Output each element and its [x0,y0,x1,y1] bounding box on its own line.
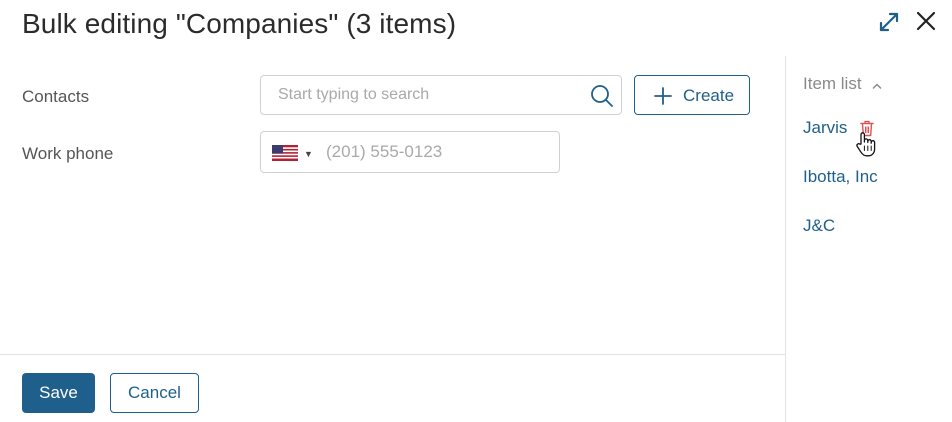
dialog-title: Bulk editing "Companies" (3 items) [22,8,457,39]
plus-icon [654,87,672,110]
create-button-label: Create [683,86,735,105]
sidebar-divider [785,56,786,422]
country-dropdown-caret-icon[interactable]: ▼ [304,149,313,159]
contacts-search-field[interactable] [260,75,622,115]
item-list-header: Item list [803,74,862,93]
hand-pointer-cursor-icon [855,131,877,163]
work-phone-input[interactable] [314,132,554,172]
save-button[interactable]: Save [22,373,95,413]
contacts-label: Contacts [22,87,90,106]
work-phone-label: Work phone [22,144,114,163]
chevron-up-icon [872,75,882,95]
contacts-search-input[interactable] [261,76,581,114]
work-phone-field[interactable]: ▼ [260,131,560,173]
close-icon[interactable] [915,10,937,37]
item-list-item-jc[interactable]: J&C [803,216,835,236]
item-list-item-jarvis[interactable]: Jarvis [803,118,847,138]
cancel-button[interactable]: Cancel [110,373,199,413]
item-list-toggle[interactable]: Item list [803,74,882,95]
footer-divider [0,354,786,355]
search-icon[interactable] [589,83,615,114]
form-panel: Contacts Create Work phone [0,56,786,422]
item-list-item-ibotta[interactable]: Ibotta, Inc [803,167,878,187]
create-contact-button[interactable]: Create [634,75,750,115]
us-flag-icon[interactable] [272,145,298,166]
expand-icon[interactable] [877,10,901,39]
